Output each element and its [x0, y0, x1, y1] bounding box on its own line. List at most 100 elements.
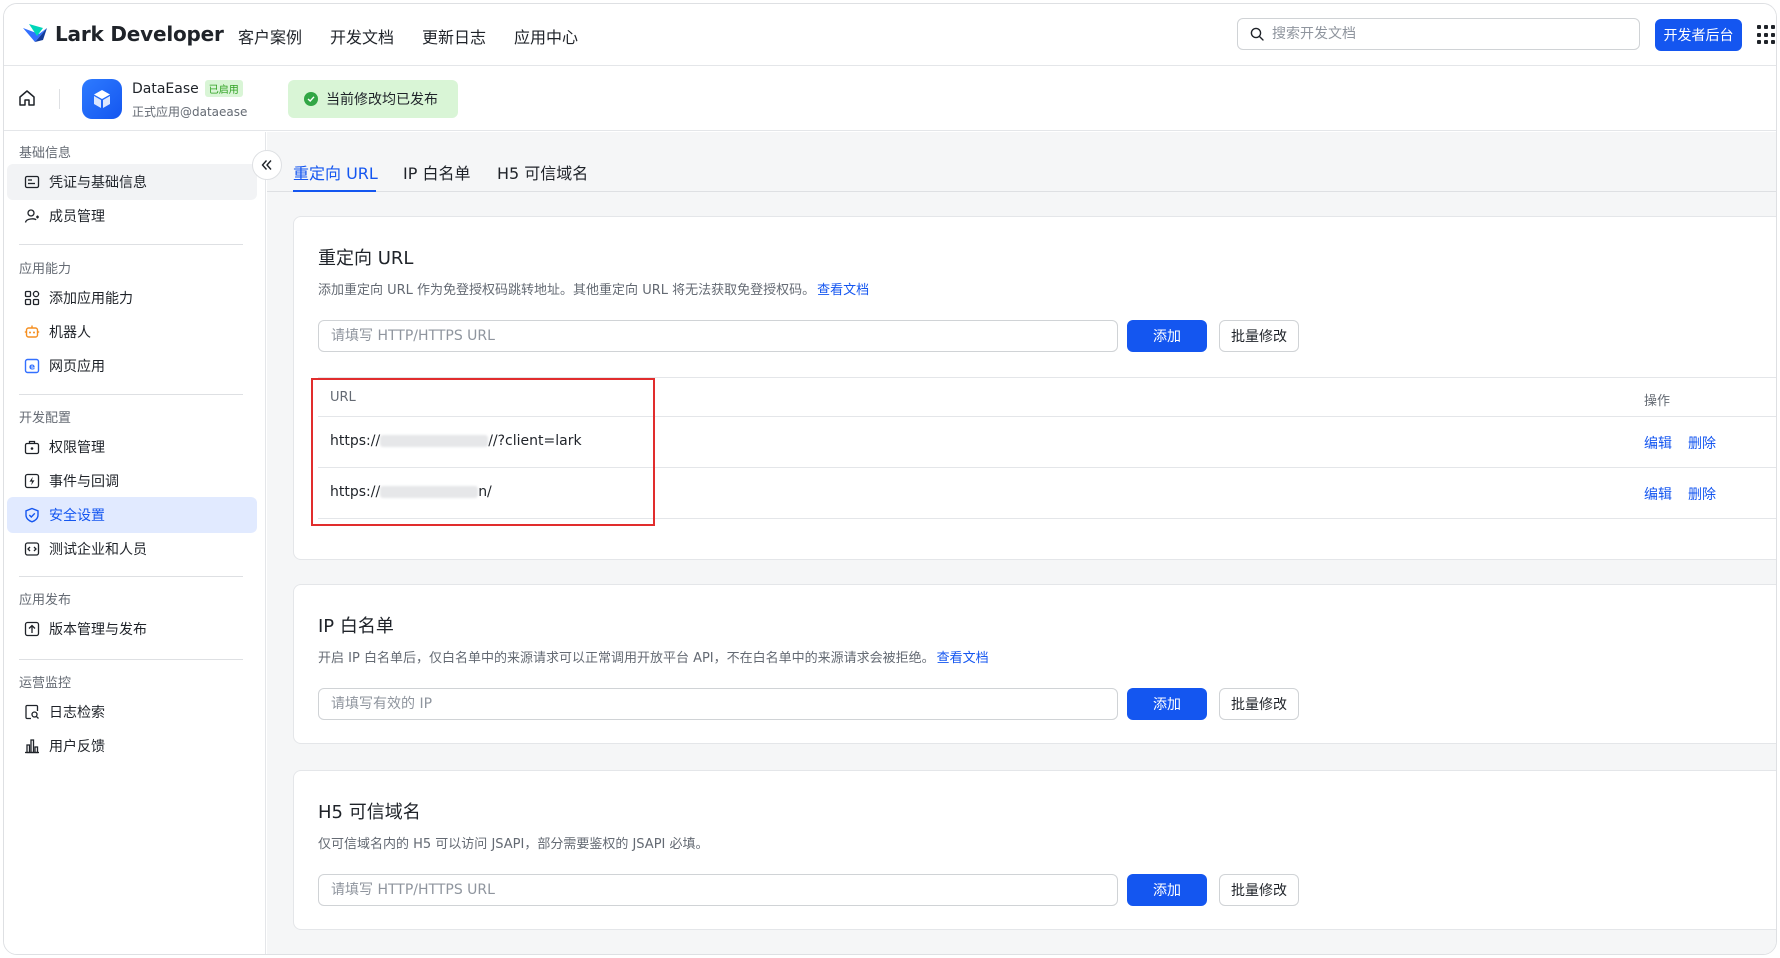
- tab-bar: 重定向 URL IP 白名单 H5 可信域名: [267, 132, 1776, 192]
- robot-icon: [23, 323, 41, 341]
- card-title: H5 可信域名: [318, 802, 421, 823]
- sidebar-item-bot[interactable]: 机器人: [7, 314, 257, 350]
- card-description: 开启 IP 白名单后，仅白名单中的来源请求可以正常调用开放平台 API，不在白名…: [318, 647, 989, 666]
- sidebar-item-test-tenants[interactable]: 测试企业和人员: [7, 531, 257, 567]
- app-cube-icon: [82, 79, 122, 119]
- sidebar-group-dev-config: 开发配置: [19, 411, 72, 426]
- divider: [59, 89, 60, 109]
- url-cell: https:// n/: [330, 484, 492, 500]
- view-docs-link[interactable]: 查看文档: [937, 651, 989, 666]
- redacted-domain: [380, 486, 479, 498]
- bulk-edit-button[interactable]: 批量修改: [1219, 874, 1299, 906]
- lark-logo[interactable]: Lark Developer: [21, 22, 224, 46]
- nav-link-docs[interactable]: 开发文档: [330, 24, 394, 48]
- h5-domain-input[interactable]: [318, 874, 1118, 906]
- ip-input[interactable]: [318, 688, 1118, 720]
- add-button[interactable]: 添加: [1127, 320, 1207, 352]
- url-cell: https:// //?client=lark: [330, 433, 582, 449]
- delete-link[interactable]: 删除: [1688, 433, 1716, 453]
- card-description: 仅可信域名内的 H5 可以访问 JSAPI，部分需要鉴权的 JSAPI 必填。: [318, 837, 709, 852]
- app-name: DataEase 已启用: [132, 80, 243, 97]
- nav-link-app-center[interactable]: 应用中心: [514, 24, 578, 48]
- row-actions: 编辑 删除: [1644, 433, 1732, 453]
- sidebar-item-versions[interactable]: 版本管理与发布: [7, 611, 257, 647]
- shield-icon: [23, 506, 41, 524]
- active-tab-indicator: [293, 190, 376, 192]
- divider: [19, 659, 243, 660]
- sidebar-item-log-search[interactable]: 日志检索: [7, 694, 257, 730]
- bulk-edit-button[interactable]: 批量修改: [1219, 320, 1299, 352]
- table-row: https:// //?client=lark 编辑 删除: [318, 417, 1776, 468]
- sidebar-group-monitoring: 运营监控: [19, 676, 72, 691]
- sidebar-item-label: 事件与回调: [49, 474, 119, 490]
- url-prefix: https://: [330, 433, 381, 449]
- top-navigation: Lark Developer 客户案例 开发文档 更新日志 应用中心 开发者后台: [4, 4, 1776, 66]
- nav-link-changelog[interactable]: 更新日志: [422, 24, 486, 48]
- divider: [19, 394, 243, 395]
- card-title: IP 白名单: [318, 616, 394, 637]
- sidebar-item-label: 安全设置: [49, 508, 105, 524]
- sidebar: 基础信息 凭证与基础信息 成员管理 应用能力 添加应用能力 机器人 e 网页应用…: [4, 132, 266, 954]
- code-window-icon: [23, 540, 41, 558]
- ip-whitelist-card: IP 白名单 开启 IP 白名单后，仅白名单中的来源请求可以正常调用开放平台 A…: [293, 584, 1776, 744]
- sidebar-item-security[interactable]: 安全设置: [7, 497, 257, 533]
- card-description-text: 添加重定向 URL 作为免登授权码跳转地址。其他重定向 URL 将无法获取免登授…: [318, 283, 816, 298]
- home-icon[interactable]: [18, 89, 36, 107]
- logo-text: Lark Developer: [55, 22, 224, 46]
- edit-link[interactable]: 编辑: [1644, 433, 1672, 453]
- check-circle-icon: [304, 92, 318, 106]
- developer-console-button[interactable]: 开发者后台: [1655, 19, 1742, 51]
- main-content: 重定向 URL IP 白名单 H5 可信域名 重定向 URL 添加重定向 URL…: [267, 132, 1776, 954]
- tab-ip-whitelist[interactable]: IP 白名单: [403, 160, 470, 184]
- add-button[interactable]: 添加: [1127, 688, 1207, 720]
- collapse-sidebar-button[interactable]: [252, 150, 282, 180]
- sidebar-item-events[interactable]: 事件与回调: [7, 463, 257, 499]
- card-description-text: 开启 IP 白名单后，仅白名单中的来源请求可以正常调用开放平台 API，不在白名…: [318, 651, 935, 666]
- tab-redirect-url[interactable]: 重定向 URL: [293, 160, 378, 184]
- app-grid-icon[interactable]: [1757, 25, 1776, 45]
- sidebar-item-members[interactable]: 成员管理: [7, 198, 257, 234]
- app-subtitle: 正式应用@dataease: [132, 105, 248, 119]
- tab-h5-domain[interactable]: H5 可信域名: [497, 160, 588, 184]
- user-add-icon: [23, 207, 41, 225]
- search-box[interactable]: [1237, 18, 1640, 50]
- lark-bird-icon: [23, 24, 47, 42]
- bulk-edit-button[interactable]: 批量修改: [1219, 688, 1299, 720]
- svg-text:e: e: [29, 363, 35, 373]
- url-prefix: https://: [330, 484, 381, 500]
- row-actions: 编辑 删除: [1644, 484, 1732, 504]
- sidebar-item-label: 添加应用能力: [49, 291, 133, 307]
- app-window: Lark Developer 客户案例 开发文档 更新日志 应用中心 开发者后台: [3, 3, 1777, 955]
- sidebar-item-permissions[interactable]: 权限管理: [7, 429, 257, 465]
- delete-link[interactable]: 删除: [1688, 484, 1716, 504]
- table-row: https:// n/ 编辑 删除: [318, 468, 1776, 519]
- add-button[interactable]: 添加: [1127, 874, 1207, 906]
- publish-status: 当前修改均已发布: [288, 80, 458, 118]
- redirect-url-input[interactable]: [318, 320, 1118, 352]
- sidebar-item-label: 权限管理: [49, 440, 105, 456]
- sidebar-group-basic: 基础信息: [19, 146, 72, 161]
- publish-status-text: 当前修改均已发布: [326, 92, 438, 108]
- column-header-url: URL: [330, 390, 356, 405]
- log-search-icon: [23, 703, 41, 721]
- sidebar-group-release: 应用发布: [19, 593, 72, 608]
- sidebar-item-feedback[interactable]: 用户反馈: [7, 728, 257, 764]
- divider: [19, 244, 243, 245]
- sidebar-item-web-app[interactable]: e 网页应用: [7, 348, 257, 384]
- edit-link[interactable]: 编辑: [1644, 484, 1672, 504]
- redacted-domain: [380, 435, 489, 447]
- nav-link-cases[interactable]: 客户案例: [238, 24, 302, 48]
- sidebar-item-label: 成员管理: [49, 209, 105, 225]
- card-title: 重定向 URL: [318, 248, 414, 269]
- sidebar-item-credentials[interactable]: 凭证与基础信息: [7, 164, 257, 200]
- search-icon: [1250, 27, 1264, 41]
- search-input[interactable]: [1272, 26, 1622, 42]
- status-badge: 已启用: [204, 80, 243, 97]
- double-chevron-left-icon: [261, 160, 272, 170]
- sidebar-item-label: 凭证与基础信息: [49, 175, 147, 191]
- view-docs-link[interactable]: 查看文档: [817, 283, 869, 298]
- h5-domain-card: H5 可信域名 仅可信域名内的 H5 可以访问 JSAPI，部分需要鉴权的 JS…: [293, 770, 1776, 930]
- upload-icon: [23, 620, 41, 638]
- url-suffix: n/: [478, 484, 492, 500]
- sidebar-item-add-capability[interactable]: 添加应用能力: [7, 280, 257, 316]
